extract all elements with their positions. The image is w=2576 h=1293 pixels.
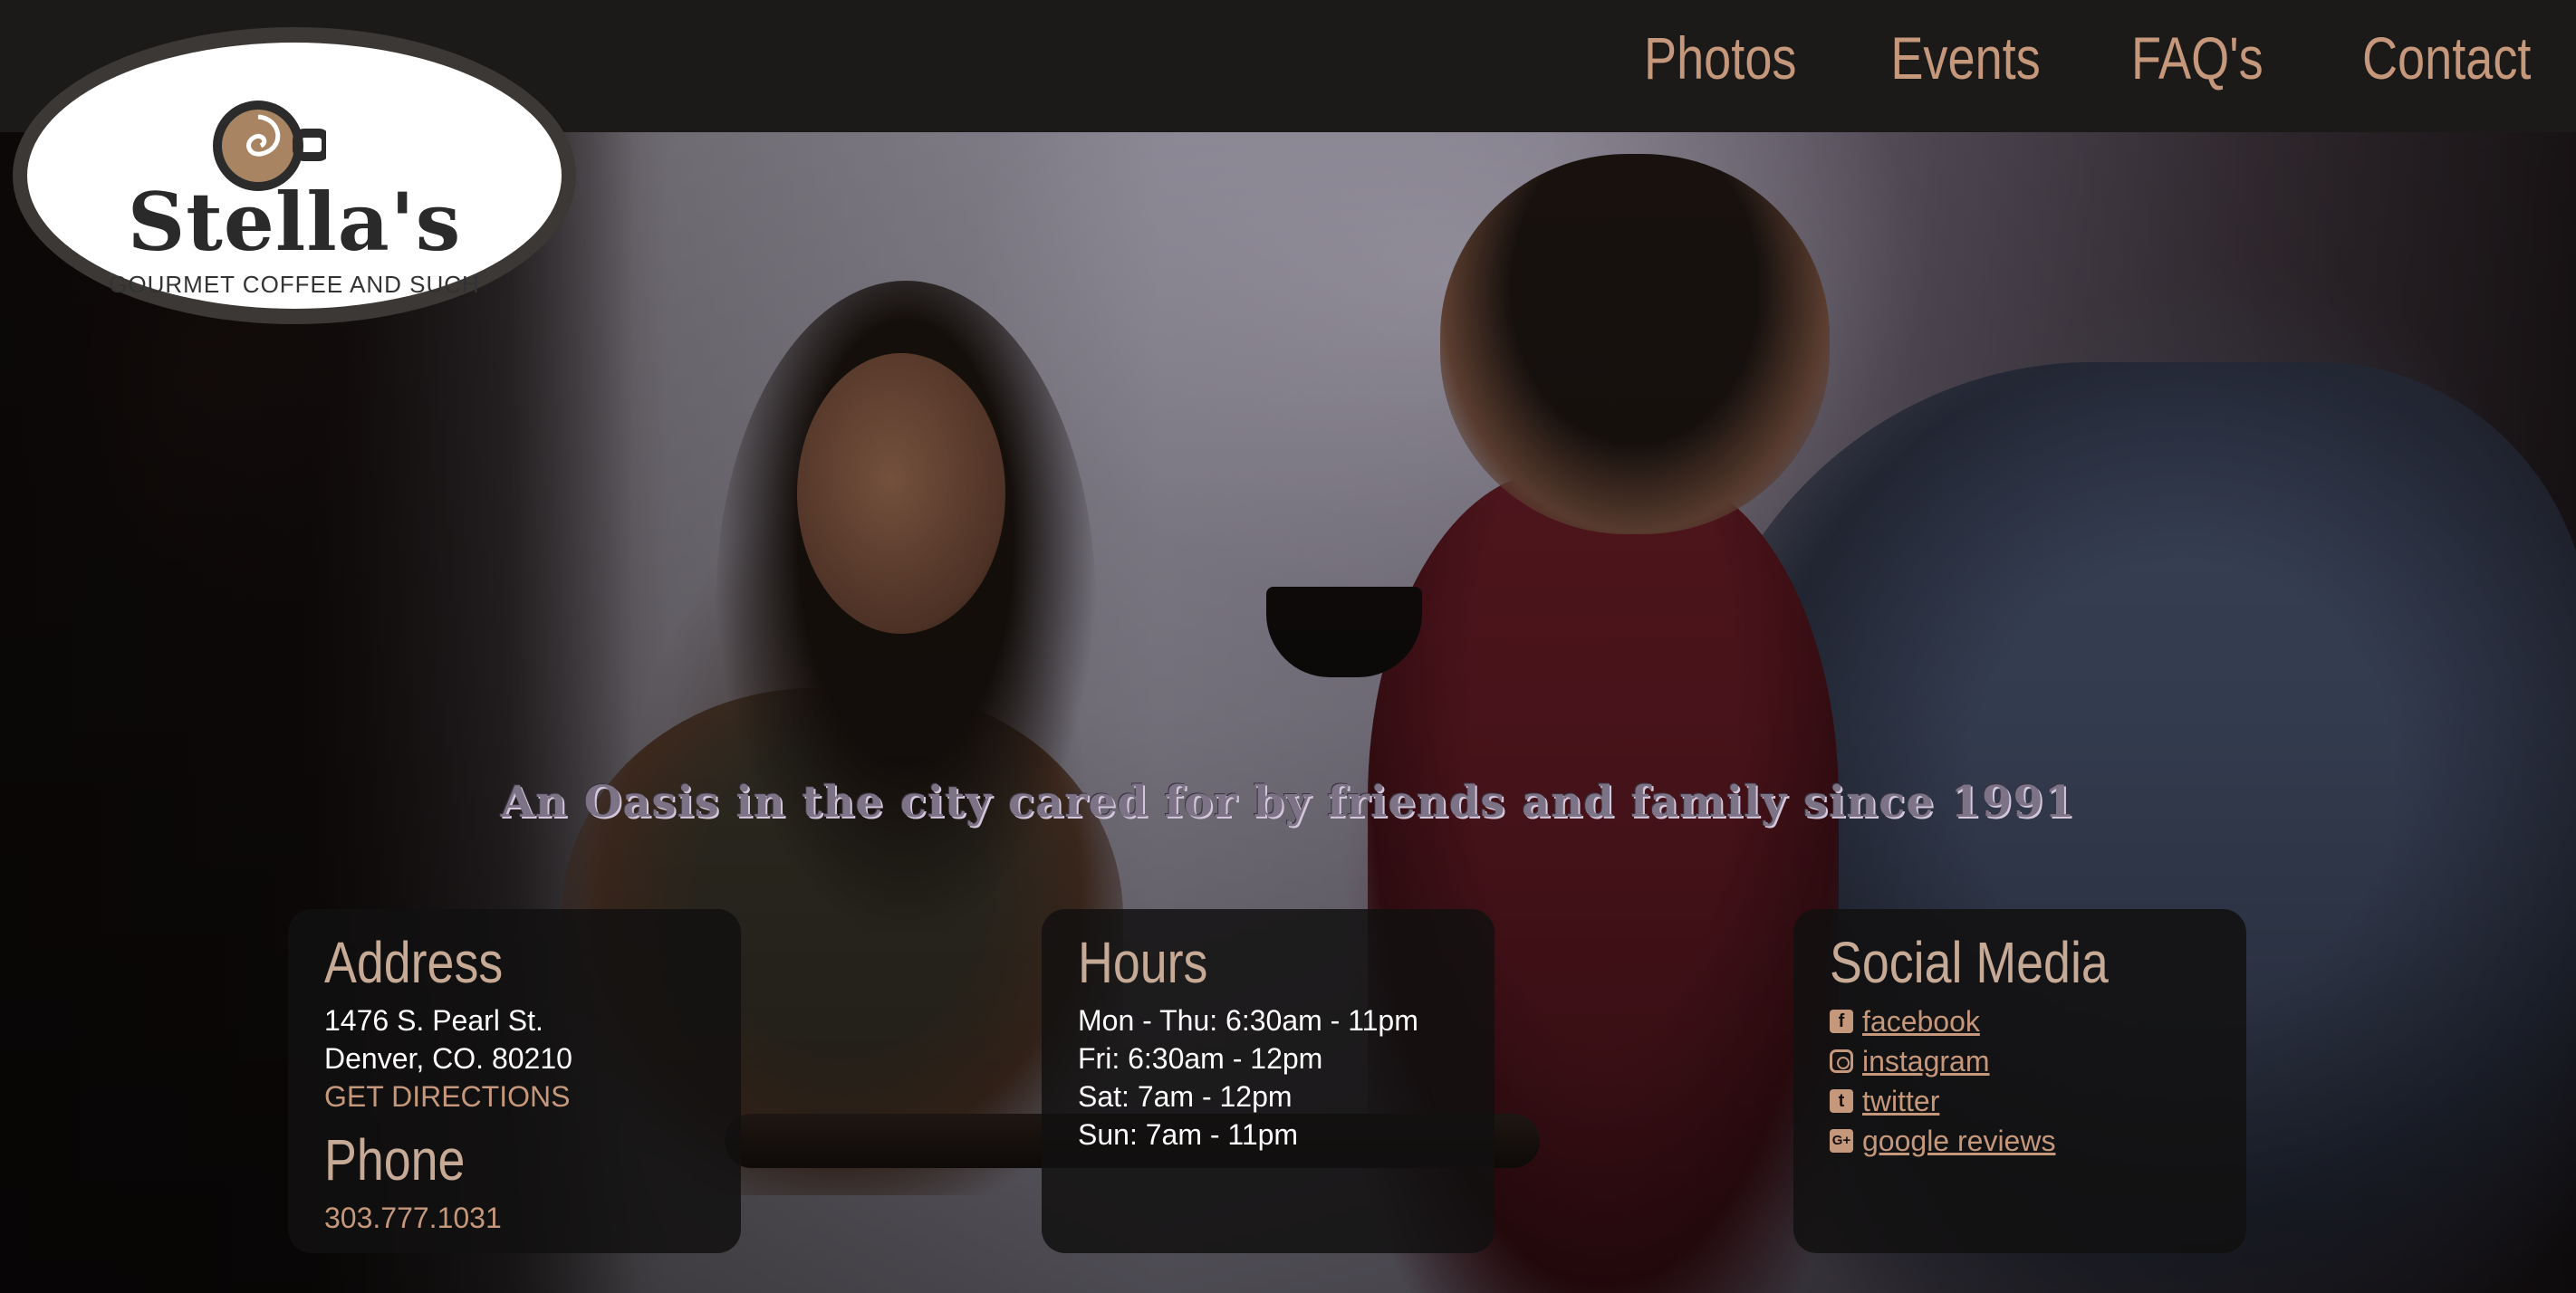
hours-heading: Hours bbox=[1078, 930, 1208, 995]
google-reviews-label: google reviews bbox=[1862, 1125, 2056, 1157]
google-reviews-link[interactable]: G+ google reviews bbox=[1830, 1121, 2210, 1161]
nav-contact[interactable]: Contact bbox=[2361, 16, 2531, 100]
google-plus-icon: G+ bbox=[1830, 1129, 1853, 1153]
logo-name: Stella's bbox=[127, 175, 462, 269]
twitter-icon: t bbox=[1830, 1089, 1853, 1113]
address-card: Address 1476 S. Pearl St. Denver, CO. 80… bbox=[288, 909, 741, 1253]
phone-link[interactable]: 303.777.1031 bbox=[324, 1199, 705, 1237]
hero-tagline: An Oasis in the city cared for by friend… bbox=[500, 777, 2076, 828]
facebook-label: facebook bbox=[1862, 1005, 1980, 1038]
hours-line: Sat: 7am - 12pm bbox=[1078, 1080, 1293, 1113]
hours-line: Fri: 6:30am - 12pm bbox=[1078, 1042, 1323, 1075]
instagram-label: instagram bbox=[1862, 1045, 1990, 1078]
instagram-icon bbox=[1830, 1049, 1853, 1073]
address-street: 1476 S. Pearl St. bbox=[324, 1004, 543, 1037]
logo-oval: Stella's GOURMET COFFEE AND SUCH bbox=[27, 43, 562, 309]
social-heading: Social Media bbox=[1830, 930, 2109, 995]
social-card: Social Media f facebook instagram t twit… bbox=[1793, 909, 2246, 1253]
hours-line: Mon - Thu: 6:30am - 11pm bbox=[1078, 1004, 1418, 1037]
facebook-link[interactable]: f facebook bbox=[1830, 1001, 2210, 1041]
nav-events[interactable]: Events bbox=[1890, 16, 2040, 100]
hours-line: Sun: 7am - 11pm bbox=[1078, 1118, 1299, 1151]
nav-photos[interactable]: Photos bbox=[1644, 16, 1796, 100]
hours-card: Hours Mon - Thu: 6:30am - 11pm Fri: 6:30… bbox=[1042, 909, 1495, 1253]
address-city: Denver, CO. 80210 bbox=[324, 1042, 572, 1075]
main-nav: Photos Events FAQ's Contact bbox=[1610, 16, 2531, 100]
instagram-link[interactable]: instagram bbox=[1830, 1041, 2210, 1081]
address-heading: Address bbox=[324, 930, 504, 995]
nav-faqs[interactable]: FAQ's bbox=[2131, 16, 2264, 100]
phone-heading: Phone bbox=[324, 1127, 466, 1192]
facebook-icon: f bbox=[1830, 1010, 1853, 1033]
twitter-label: twitter bbox=[1862, 1085, 1940, 1117]
site-logo[interactable]: Stella's GOURMET COFFEE AND SUCH bbox=[13, 27, 576, 324]
twitter-link[interactable]: t twitter bbox=[1830, 1081, 2210, 1121]
get-directions-link[interactable]: GET DIRECTIONS bbox=[324, 1078, 705, 1116]
logo-tagline: GOURMET COFFEE AND SUCH bbox=[109, 271, 480, 298]
